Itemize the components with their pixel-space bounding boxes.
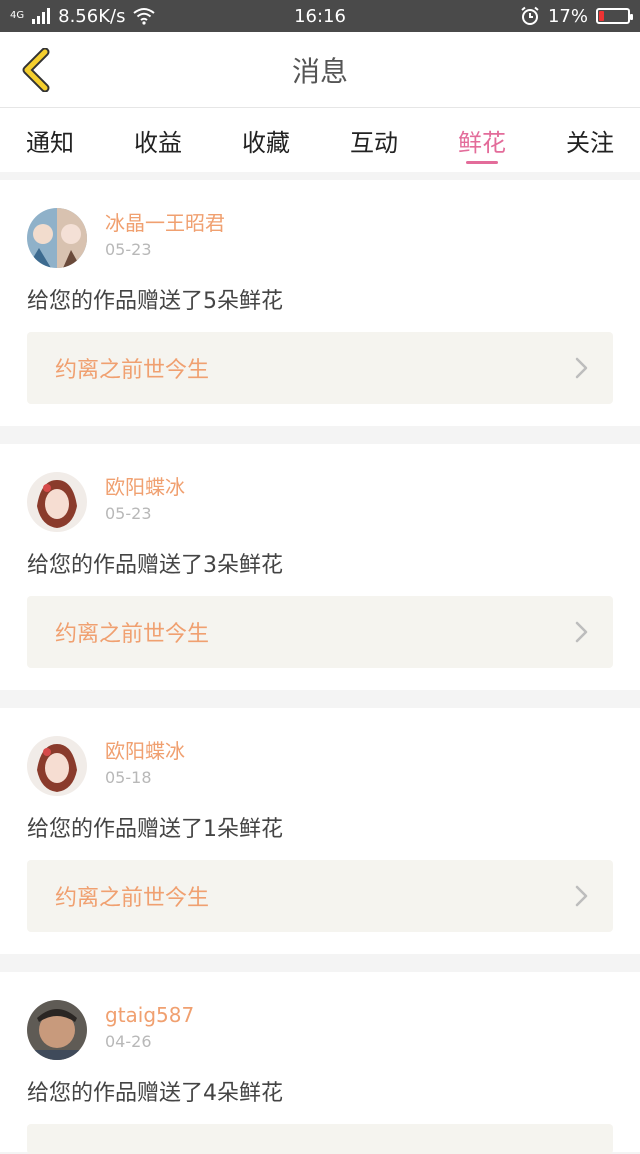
tab-notice[interactable]: 通知	[26, 108, 74, 172]
avatar[interactable]	[27, 208, 87, 268]
work-link[interactable]: 约离之前世今生	[27, 860, 613, 932]
status-left: 4G 8.56K/s	[10, 5, 156, 27]
message-date: 05-23	[105, 240, 152, 259]
message-text: 给您的作品赠送了1朵鲜花	[27, 817, 283, 842]
username[interactable]: 欧阳蝶冰	[105, 738, 185, 764]
work-title: 约离之前世今生	[55, 622, 210, 647]
chevron-right-icon	[575, 357, 588, 379]
work-link[interactable]	[27, 1124, 613, 1154]
status-bar: 4G 8.56K/s 16:16 17%	[0, 0, 640, 32]
work-link[interactable]: 约离之前世今生	[27, 332, 613, 404]
tab-bar: 通知 收益 收藏 互动 鲜花 关注	[0, 108, 640, 172]
message-text: 给您的作品赠送了5朵鲜花	[27, 289, 283, 314]
avatar[interactable]	[27, 736, 87, 796]
username[interactable]: gtaig587	[105, 1002, 194, 1028]
chevron-right-icon	[575, 621, 588, 643]
message-text: 给您的作品赠送了3朵鲜花	[27, 553, 283, 578]
username[interactable]: 欧阳蝶冰	[105, 474, 185, 500]
tab-follow[interactable]: 关注	[566, 108, 614, 172]
title-bar: 消息	[0, 32, 640, 108]
tab-flowers[interactable]: 鲜花	[458, 108, 506, 172]
chevron-left-icon	[22, 48, 50, 92]
wifi-icon	[133, 8, 156, 25]
battery-fill	[599, 11, 604, 21]
avatar[interactable]	[27, 472, 87, 532]
chevron-right-icon	[575, 885, 588, 907]
tab-favorites[interactable]: 收藏	[242, 108, 290, 172]
username[interactable]: 冰晶一王昭君	[105, 210, 225, 236]
network-speed: 8.56K/s	[58, 5, 126, 27]
work-link[interactable]: 约离之前世今生	[27, 596, 613, 668]
message-date: 04-26	[105, 1032, 152, 1051]
network-type: 4G	[10, 10, 25, 21]
tab-interaction[interactable]: 互动	[350, 108, 398, 172]
message-text: 给您的作品赠送了4朵鲜花	[27, 1081, 283, 1106]
work-title: 约离之前世今生	[55, 358, 210, 383]
alarm-icon	[521, 6, 539, 25]
tab-earnings[interactable]: 收益	[134, 108, 182, 172]
signal-icon	[32, 8, 51, 24]
status-right: 17%	[520, 5, 633, 27]
message-card: gtaig587 04-26 给您的作品赠送了4朵鲜花	[0, 972, 640, 1154]
avatar[interactable]	[27, 1000, 87, 1060]
message-date: 05-23	[105, 504, 152, 523]
message-card: 冰晶一王昭君 05-23 给您的作品赠送了5朵鲜花 约离之前世今生	[0, 180, 640, 426]
work-title: 约离之前世今生	[55, 886, 210, 911]
message-card: 欧阳蝶冰 05-23 给您的作品赠送了3朵鲜花 约离之前世今生	[0, 444, 640, 690]
back-button[interactable]	[12, 46, 60, 94]
battery-icon	[596, 8, 633, 24]
message-card: 欧阳蝶冰 05-18 给您的作品赠送了1朵鲜花 约离之前世今生	[0, 708, 640, 954]
page-title: 消息	[291, 54, 348, 88]
message-date: 05-18	[105, 768, 152, 787]
battery-percent: 17%	[547, 5, 588, 27]
